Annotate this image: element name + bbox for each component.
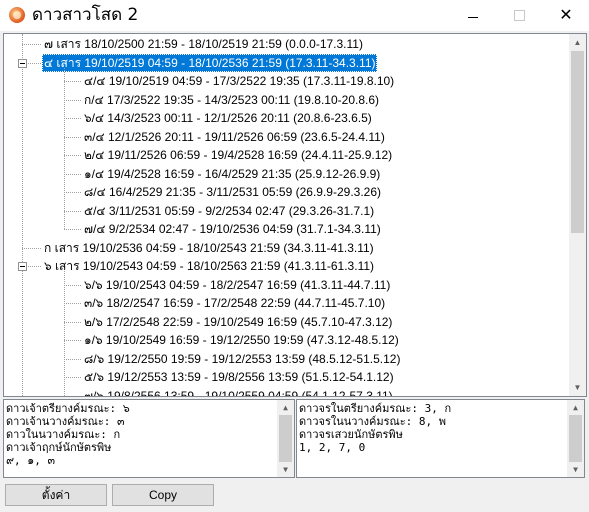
tree-child-node[interactable]: ๓/๖ 18/2/2547 16:59 - 17/2/2548 22:59 (4… <box>84 294 385 312</box>
scroll-thumb[interactable] <box>571 51 584 233</box>
settings-button[interactable]: ตั้งค่า <box>5 484 107 506</box>
memo-right-scrollbar[interactable]: ▲ ▼ <box>567 400 584 477</box>
tree-line <box>64 321 81 323</box>
tree-line <box>64 99 81 101</box>
memo-line: ดาวเจ้าฤกษ์นักษัตรพิษ <box>6 441 112 454</box>
scroll-down-arrow-icon[interactable]: ▼ <box>569 379 586 396</box>
tree-node[interactable]: ๖ เสาร 19/10/2543 04:59 - 18/10/2563 21:… <box>44 257 374 275</box>
tree-child-node[interactable]: ๕/๖ 19/12/2553 13:59 - 19/8/2556 13:59 (… <box>84 368 394 386</box>
info-memo-right[interactable]: ดาวจรในตรียางค์มรณะ: 3, กดาวจรในนวางค์มร… <box>296 399 585 478</box>
tree-line <box>64 284 81 286</box>
copy-button[interactable]: Copy <box>112 484 214 506</box>
tree-child-node[interactable]: ๕/๔ 3/11/2531 05:59 - 9/2/2534 02:47 (29… <box>84 202 374 220</box>
tree-child-node[interactable]: ก/๔ 17/3/2522 19:35 - 14/3/2523 00:11 (1… <box>84 91 379 109</box>
tree-child-node[interactable]: ๒/๖ 17/2/2548 22:59 - 19/10/2549 16:59 (… <box>84 313 392 331</box>
tree-line <box>64 136 81 138</box>
collapse-toggle-icon[interactable] <box>18 58 27 68</box>
tree-node[interactable]: ๗ เสาร 18/10/2500 21:59 - 18/10/2519 21:… <box>44 35 363 53</box>
app-icon[interactable] <box>9 7 25 23</box>
memo-right-text: ดาวจรในตรียางค์มรณะ: 3, กดาวจรในนวางค์มร… <box>299 402 451 454</box>
maximize-icon <box>513 10 525 21</box>
maximize-button[interactable] <box>496 0 542 30</box>
tree-node[interactable]: ๔ เสาร 19/10/2519 04:59 - 18/10/2536 21:… <box>42 53 378 72</box>
tree-line <box>64 67 65 229</box>
info-memo-left[interactable]: ดาวเจ้าตรียางค์มรณะ: ๖ดาวเจ้านวางค์มรณะ:… <box>3 399 295 478</box>
tree-child-node[interactable]: ๘/๖ 19/12/2550 19:59 - 19/12/2553 13:59 … <box>84 350 400 368</box>
memo-line: ๙, ๑, ๓ <box>6 454 56 467</box>
tree-line <box>64 210 81 212</box>
tree-child-node[interactable]: ๗/๔ 9/2/2534 02:47 - 19/10/2536 04:59 (3… <box>84 220 381 238</box>
minimize-icon <box>468 17 478 18</box>
tree-line <box>22 44 41 45</box>
tree-line <box>64 271 65 396</box>
tree-line <box>64 395 81 396</box>
scroll-up-arrow-icon[interactable]: ▲ <box>569 34 586 51</box>
title-bar[interactable]: ดาวสาวโสด 2 ✕ <box>0 0 589 31</box>
tree-line <box>22 247 41 249</box>
scroll-thumb[interactable] <box>279 415 292 462</box>
tree-child-node[interactable]: ๒/๔ 19/11/2526 06:59 - 19/4/2528 16:59 (… <box>84 146 392 164</box>
memo-line: ดาวเจ้านวางค์มรณะ: ๓ <box>6 415 125 428</box>
close-button[interactable]: ✕ <box>543 0 589 30</box>
minimize-button[interactable] <box>450 0 496 30</box>
tree-child-node[interactable]: ๔/๔ 19/10/2519 04:59 - 17/3/2522 19:35 (… <box>84 72 394 90</box>
tree-scrollbar[interactable]: ▲ ▼ <box>569 34 586 396</box>
memo-left-scrollbar[interactable]: ▲ ▼ <box>277 400 294 477</box>
tree-line <box>64 229 81 230</box>
scroll-down-arrow-icon[interactable]: ▼ <box>567 462 584 477</box>
tree-line <box>64 377 81 378</box>
memo-line: ดาวจรในตรียางค์มรณะ: 3, ก <box>299 402 452 415</box>
memo-line: ดาวในนวางค์มรณะ: ก <box>6 428 121 441</box>
memo-line: 1, 2, 7, 0 <box>299 441 366 454</box>
tree-child-node[interactable]: ๑/๔ 19/4/2528 16:59 - 16/4/2529 21:35 (2… <box>84 165 380 183</box>
tree-child-node[interactable]: ๖/๖ 19/10/2543 04:59 - 18/2/2547 16:59 (… <box>84 276 390 294</box>
tree-line <box>64 340 81 341</box>
tree-line <box>64 81 81 82</box>
memo-line: ดาวจรในนวางค์มรณะ: 8, พ <box>299 415 446 428</box>
tree-line <box>64 358 81 360</box>
collapse-toggle-icon[interactable] <box>18 262 27 271</box>
scroll-thumb[interactable] <box>569 415 582 462</box>
memo-line: ดาวเจ้าตรียางค์มรณะ: ๖ <box>6 402 130 415</box>
tree-line <box>22 34 23 396</box>
tree-node[interactable]: ก เสาร 19/10/2536 04:59 - 18/10/2543 21:… <box>44 239 374 257</box>
tree-line <box>64 155 81 156</box>
tree-line <box>64 118 81 119</box>
tree-line <box>64 173 81 175</box>
tree-child-node[interactable]: ๖/๔ 14/3/2523 00:11 - 12/1/2526 20:11 (2… <box>84 109 372 127</box>
tree-child-node[interactable]: ๘/๔ 16/4/2529 21:35 - 3/11/2531 05:59 (2… <box>84 183 381 201</box>
memo-left-text: ดาวเจ้าตรียางค์มรณะ: ๖ดาวเจ้านวางค์มรณะ:… <box>6 402 130 467</box>
scroll-down-arrow-icon[interactable]: ▼ <box>277 462 294 477</box>
memo-line: ดาวจรเสวยนักษัตรพิษ <box>299 428 403 441</box>
tree-line <box>64 192 81 193</box>
window-title: ดาวสาวโสด 2 <box>32 5 139 25</box>
scroll-up-arrow-icon[interactable]: ▲ <box>277 400 294 415</box>
tree-child-node[interactable]: ๗/๖ 19/8/2556 13:59 - 19/10/2559 04:59 (… <box>84 387 393 397</box>
tree-child-node[interactable]: ๓/๔ 12/1/2526 20:11 - 19/11/2526 06:59 (… <box>84 128 385 146</box>
tree-child-node[interactable]: ๑/๖ 19/10/2549 16:59 - 19/12/2550 19:59 … <box>84 331 399 349</box>
tree-line <box>64 303 81 304</box>
main-window: ดาวสาวโสด 2 ✕ ๗ เสาร 18/10/2500 21:59 - … <box>0 0 589 512</box>
scroll-up-arrow-icon[interactable]: ▲ <box>567 400 584 415</box>
period-tree[interactable]: ๗ เสาร 18/10/2500 21:59 - 18/10/2519 21:… <box>3 33 587 397</box>
